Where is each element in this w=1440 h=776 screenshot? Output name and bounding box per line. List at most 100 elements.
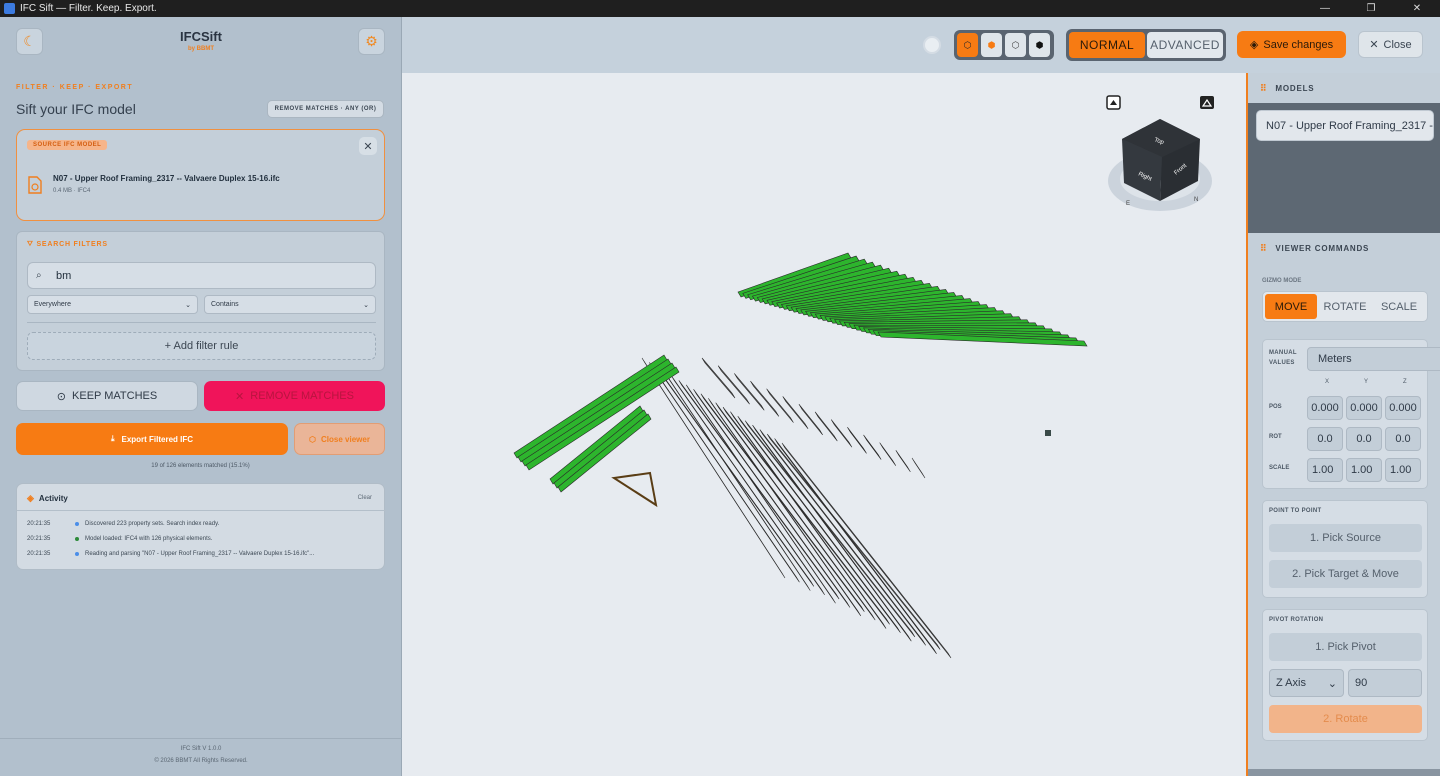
- close-button[interactable]: ✕ Close: [1358, 31, 1423, 58]
- settings-button[interactable]: ⚙: [358, 28, 385, 55]
- rotate-button[interactable]: 2. Rotate: [1269, 705, 1422, 733]
- beam-element[interactable]: [708, 398, 862, 617]
- beam-element[interactable]: [879, 442, 897, 466]
- remove-source-button[interactable]: ✕: [359, 137, 377, 155]
- solid-mode-button[interactable]: ⬢: [981, 33, 1002, 57]
- operator-select[interactable]: Contains ⌄: [204, 295, 376, 314]
- drag-handle-icon[interactable]: ⠿: [1260, 243, 1267, 254]
- axis-y-label: Y: [1364, 379, 1369, 385]
- wireframe-mode-button[interactable]: ⬡: [957, 33, 978, 57]
- filter-mode-button[interactable]: REMOVE MATCHES · ANY (OR): [267, 100, 384, 118]
- dark-mode-button[interactable]: ⬢: [1029, 33, 1050, 57]
- axis-select[interactable]: Z Axis ⌄: [1269, 669, 1344, 697]
- rot-y-input[interactable]: 0.0: [1346, 427, 1382, 451]
- gizmo-scale-button[interactable]: SCALE: [1373, 294, 1425, 319]
- beam-element[interactable]: [700, 393, 865, 612]
- check-circle-icon: ⊙: [56, 390, 67, 403]
- toggle-circle-button[interactable]: [923, 36, 941, 54]
- models-header: ⠿ MODELS: [1248, 73, 1440, 103]
- add-filter-rule-button[interactable]: + Add filter rule: [27, 332, 376, 360]
- close-viewer-label: Close viewer: [321, 434, 370, 444]
- scale-y-input[interactable]: 1.00: [1346, 458, 1382, 482]
- axis-z-label: Z: [1403, 379, 1407, 385]
- export-filtered-ifc-button[interactable]: ⤓ Export Filtered IFC: [16, 423, 288, 455]
- status-dot: [75, 522, 79, 526]
- units-select[interactable]: Meters: [1307, 347, 1440, 371]
- cube-transparent-icon: ⬡: [1011, 39, 1020, 50]
- beam-element[interactable]: [895, 450, 911, 473]
- beam-element[interactable]: [730, 411, 887, 629]
- search-input[interactable]: ⌕ bm: [27, 262, 376, 289]
- advanced-mode-button[interactable]: ADVANCED: [1147, 32, 1223, 58]
- beam-element[interactable]: [722, 407, 890, 625]
- save-changes-button[interactable]: ◈ Save changes: [1237, 31, 1346, 58]
- chevron-down-icon: ⌄: [185, 301, 191, 309]
- left-panel: ☾ IFCSift by BBMT ⚙ FILTER · KEEP · EXPO…: [0, 17, 402, 776]
- matched-beam[interactable]: [513, 354, 668, 459]
- beam-element[interactable]: [847, 427, 867, 454]
- beam-element[interactable]: [781, 442, 952, 659]
- up-arrow-icon[interactable]: [1200, 96, 1214, 109]
- scope-select[interactable]: Everywhere ⌄: [27, 295, 198, 314]
- close-viewer-button[interactable]: ⬡ Close viewer: [294, 423, 385, 455]
- pos-y-input[interactable]: 0.000: [1346, 396, 1382, 420]
- transparent-mode-button[interactable]: ⬡: [1005, 33, 1026, 57]
- beam-element[interactable]: [717, 365, 750, 405]
- divider: [27, 322, 376, 323]
- beam-element[interactable]: [678, 380, 840, 600]
- scale-z-input[interactable]: 1.00: [1385, 458, 1421, 482]
- pos-z-input[interactable]: 0.000: [1385, 396, 1421, 420]
- list-item: 20:21:35 Discovered 223 property sets. S…: [27, 521, 219, 527]
- search-filters-panel: ⛛ SEARCH FILTERS ⌕ bm Everywhere ⌄ Conta…: [16, 231, 385, 371]
- beam-element[interactable]: [701, 357, 736, 399]
- status-dot: [75, 552, 79, 556]
- activity-panel: ◈ Activity Clear 20:21:35 Discovered 223…: [16, 483, 386, 570]
- minimize-button[interactable]: —: [1302, 0, 1348, 17]
- rot-z-input[interactable]: 0.0: [1385, 427, 1421, 451]
- model-list-item[interactable]: N07 - Upper Roof Framing_2317 -- Valvaer…: [1256, 110, 1434, 141]
- view-cube[interactable]: Top Right Front E N: [1102, 91, 1222, 231]
- normal-mode-button[interactable]: NORMAL: [1069, 32, 1145, 58]
- gizmo-move-button[interactable]: MOVE: [1265, 294, 1317, 319]
- pos-x-input[interactable]: 0.000: [1307, 396, 1343, 420]
- point-marker[interactable]: [1045, 430, 1051, 436]
- beam-element[interactable]: [715, 402, 876, 621]
- clear-activity-button[interactable]: Clear: [358, 495, 372, 501]
- close-window-button[interactable]: ✕: [1394, 0, 1440, 17]
- beam-element[interactable]: [814, 411, 838, 442]
- maximize-button[interactable]: ❐: [1348, 0, 1394, 17]
- filters-title-text: SEARCH FILTERS: [36, 241, 108, 248]
- gizmo-rotate-button[interactable]: ROTATE: [1319, 294, 1371, 319]
- beam-element[interactable]: [744, 420, 916, 638]
- beam-element[interactable]: [685, 384, 836, 604]
- truss-element[interactable]: [611, 471, 658, 508]
- pick-pivot-button[interactable]: 1. Pick Pivot: [1269, 633, 1422, 661]
- beam-element[interactable]: [863, 434, 882, 460]
- beam-element[interactable]: [774, 438, 937, 654]
- beam-element[interactable]: [693, 389, 851, 608]
- manual-values-card: MANUAL VALUES Meters X Y Z POS 0.000 0.0…: [1262, 339, 1440, 489]
- theme-toggle-button[interactable]: ☾: [16, 28, 43, 55]
- beam-element[interactable]: [649, 362, 800, 583]
- moon-icon: ☾: [23, 33, 36, 49]
- pick-source-button[interactable]: 1. Pick Source: [1269, 524, 1422, 552]
- scrollbar[interactable]: [1248, 769, 1440, 776]
- keep-matches-button[interactable]: ⊙ KEEP MATCHES: [16, 381, 198, 411]
- pick-target-button[interactable]: 2. Pick Target & Move: [1269, 560, 1422, 588]
- layers-icon: ◈: [27, 493, 34, 503]
- beam-element[interactable]: [911, 457, 926, 479]
- models-title: MODELS: [1275, 83, 1315, 93]
- 3d-viewport[interactable]: Top Right Front E N: [402, 73, 1246, 776]
- divider: [17, 510, 386, 511]
- activity-header: ◈ Activity: [27, 493, 68, 504]
- remove-matches-button[interactable]: ✕ REMOVE MATCHES: [204, 381, 385, 411]
- angle-input[interactable]: 90: [1348, 669, 1422, 697]
- beam-element[interactable]: [830, 419, 853, 448]
- source-file-name: N07 - Upper Roof Framing_2317 -- Valvaer…: [53, 174, 280, 183]
- drag-handle-icon[interactable]: ⠿: [1260, 83, 1267, 94]
- beam-element[interactable]: [798, 403, 823, 436]
- scale-x-input[interactable]: 1.00: [1307, 458, 1343, 482]
- rot-x-input[interactable]: 0.0: [1307, 427, 1343, 451]
- right-panel: ⠿ MODELS N07 - Upper Roof Framing_2317 -…: [1246, 73, 1440, 776]
- beam-element[interactable]: [737, 415, 901, 633]
